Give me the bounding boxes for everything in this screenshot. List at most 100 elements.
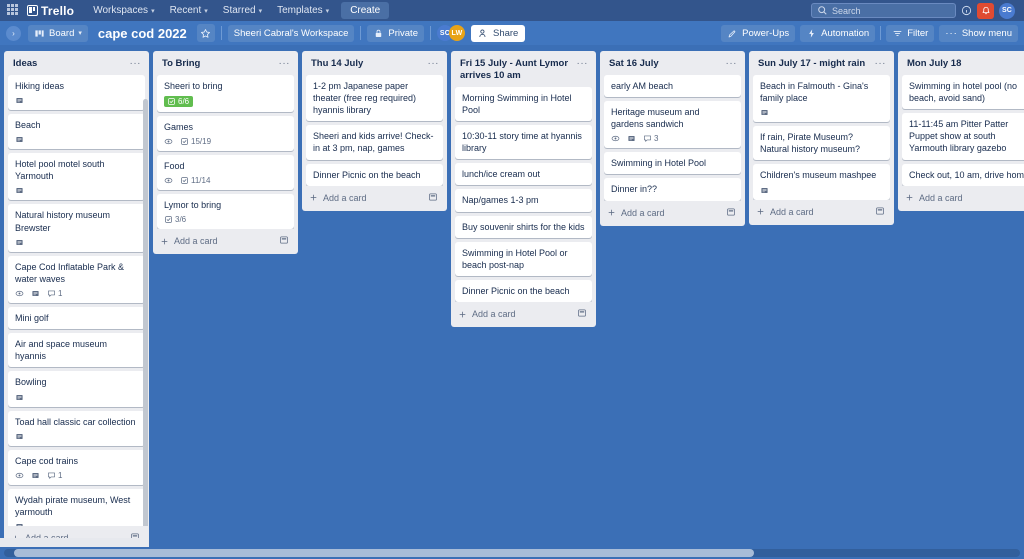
visibility-button[interactable]: Private bbox=[367, 24, 424, 42]
board-card[interactable]: Wydah pirate museum, West yarmouth bbox=[8, 488, 145, 526]
add-card-button[interactable]: Add a card bbox=[451, 302, 596, 327]
power-ups-button[interactable]: Power-Ups bbox=[721, 24, 796, 42]
list-title[interactable]: Sun July 17 - might rain bbox=[758, 58, 865, 70]
apps-grid-icon[interactable] bbox=[7, 4, 20, 17]
board-card[interactable]: Air and space museum hyannis bbox=[8, 333, 145, 368]
board-card[interactable]: Hiking ideas bbox=[8, 74, 145, 111]
board-card[interactable]: early AM beach bbox=[604, 74, 741, 98]
board-card[interactable]: Beach bbox=[8, 114, 145, 150]
watch-eye-icon bbox=[15, 471, 24, 480]
notification-bell-icon[interactable] bbox=[977, 2, 994, 19]
list-title[interactable]: Ideas bbox=[13, 58, 37, 70]
board-card[interactable]: Children's museum mashpee bbox=[753, 164, 890, 200]
rocket-icon bbox=[728, 29, 736, 37]
board-card[interactable]: Cape Cod Inflatable Park & water waves 1 bbox=[8, 255, 145, 303]
list-menu-icon[interactable]: ··· bbox=[279, 58, 291, 69]
board-horizontal-scrollbar[interactable] bbox=[0, 547, 1024, 559]
board-card[interactable]: Sheeri and kids arrive! Check-in at 3 pm… bbox=[306, 125, 443, 160]
nav-starred[interactable]: Starred ▾ bbox=[217, 2, 268, 19]
board-card[interactable]: Dinner Picnic on the beach bbox=[455, 280, 592, 303]
list-title[interactable]: Sat 16 July bbox=[609, 58, 659, 70]
board-card[interactable]: Nap/games 1-3 pm bbox=[455, 189, 592, 212]
board-card[interactable]: 1-2 pm Japanese paper theater (free reg … bbox=[306, 74, 443, 122]
search-input[interactable]: Search bbox=[811, 3, 956, 18]
show-menu-button[interactable]: ··· Show menu bbox=[939, 24, 1018, 42]
nav-recent[interactable]: Recent ▾ bbox=[164, 2, 214, 19]
list-menu-icon[interactable]: ··· bbox=[577, 58, 589, 69]
board-card[interactable]: Morning Swimming in Hotel Pool bbox=[455, 86, 592, 122]
list-title[interactable]: Fri 15 July - Aunt Lymor arrives 10 am bbox=[460, 58, 573, 82]
list-menu-icon[interactable]: ··· bbox=[130, 58, 142, 69]
description-icon bbox=[15, 432, 24, 441]
board-card[interactable]: Dinner Picnic on the beach bbox=[306, 163, 443, 186]
card-template-icon[interactable] bbox=[428, 192, 438, 204]
board-card[interactable]: Buy souvenir shirts for the kids bbox=[455, 215, 592, 238]
add-card-button[interactable]: Add a card bbox=[600, 201, 745, 226]
board-view-switcher[interactable]: Board ▾ bbox=[28, 24, 88, 42]
board-card[interactable]: Bowling bbox=[8, 371, 145, 407]
board-card[interactable]: Swimming in Hotel Pool bbox=[604, 152, 741, 175]
filter-icon bbox=[893, 30, 902, 36]
scrollbar-track[interactable] bbox=[4, 549, 1020, 557]
list-title[interactable]: To Bring bbox=[162, 58, 200, 70]
add-card-button[interactable]: Add a card bbox=[302, 186, 447, 211]
add-card-button[interactable]: Add a card bbox=[749, 200, 894, 225]
card-template-icon[interactable] bbox=[875, 206, 885, 218]
list-header: To Bring ··· bbox=[153, 51, 298, 75]
card-title: Buy souvenir shirts for the kids bbox=[462, 221, 585, 232]
board-card[interactable]: Mini golf bbox=[8, 307, 145, 330]
card-template-icon[interactable] bbox=[577, 308, 587, 320]
card-template-icon[interactable] bbox=[279, 235, 289, 247]
trello-logo[interactable]: Trello bbox=[27, 4, 74, 18]
card-title: 11-11:45 am Pitter Patter Puppet show at… bbox=[909, 119, 1009, 154]
add-card-button[interactable]: Add a card bbox=[153, 229, 298, 254]
list-title[interactable]: Mon July 18 bbox=[907, 58, 961, 70]
list-menu-icon[interactable]: ··· bbox=[428, 58, 440, 69]
board-card[interactable]: Food 11/14 bbox=[157, 155, 294, 191]
comment-badge: 1 bbox=[47, 289, 62, 298]
card-title: Cape cod trains bbox=[15, 455, 79, 466]
info-icon[interactable] bbox=[961, 5, 972, 16]
list-menu-icon[interactable]: ··· bbox=[726, 58, 738, 69]
card-title: Check out, 10 am, drive home. bbox=[909, 169, 1024, 180]
list-menu-icon[interactable]: ··· bbox=[875, 58, 887, 69]
nav-workspaces[interactable]: Workspaces ▾ bbox=[87, 2, 160, 19]
board-card[interactable]: Cape cod trains 1 bbox=[8, 449, 145, 485]
board-card[interactable]: 11-11:45 am Pitter Patter Puppet show at… bbox=[902, 113, 1024, 160]
board-card[interactable]: Games 15/19 bbox=[157, 116, 294, 152]
member-avatar[interactable]: LW bbox=[448, 25, 465, 41]
user-avatar[interactable]: SC bbox=[999, 2, 1015, 19]
bolt-icon bbox=[809, 28, 815, 38]
card-title: Beach bbox=[15, 120, 41, 131]
scrollbar-thumb[interactable] bbox=[14, 549, 754, 557]
board-card[interactable]: Sheeri to bring 6/6 bbox=[157, 74, 294, 113]
add-card-button[interactable]: Add a card bbox=[898, 186, 1024, 211]
board-card[interactable]: Lymor to bring 3/6 bbox=[157, 194, 294, 230]
card-title: Wydah pirate museum, West yarmouth bbox=[15, 494, 131, 517]
board-card[interactable]: Check out, 10 am, drive home. bbox=[902, 163, 1024, 186]
automation-button[interactable]: Automation bbox=[800, 24, 876, 42]
share-button[interactable]: Share bbox=[470, 24, 526, 42]
board-card[interactable]: lunch/ice cream out bbox=[455, 163, 592, 186]
sidebar-toggle-button[interactable]: › bbox=[6, 25, 21, 41]
board-card[interactable]: 10:30-11 story time at hyannis library bbox=[455, 125, 592, 160]
board-card[interactable]: If rain, Pirate Museum? Natural history … bbox=[753, 126, 890, 161]
board-card[interactable]: Heritage museum and gardens sandwich 3 bbox=[604, 101, 741, 149]
filter-button[interactable]: Filter bbox=[886, 24, 935, 42]
board-card[interactable]: Dinner in?? bbox=[604, 178, 741, 201]
create-button[interactable]: Create bbox=[341, 2, 390, 19]
board-card[interactable]: Hotel pool motel south Yarmouth bbox=[8, 153, 145, 201]
star-icon[interactable] bbox=[196, 24, 215, 42]
workspace-button[interactable]: Sheeri Cabral's Workspace bbox=[227, 24, 355, 42]
board-card[interactable]: Swimming in hotel pool (no beach, avoid … bbox=[902, 74, 1024, 110]
trello-wordmark: Trello bbox=[41, 3, 75, 18]
board-card[interactable]: Natural history museum Brewster bbox=[8, 204, 145, 252]
board-card[interactable]: Beach in Falmouth - Gina's family place bbox=[753, 74, 890, 123]
list-title[interactable]: Thu 14 July bbox=[311, 58, 363, 70]
nav-templates[interactable]: Templates ▾ bbox=[271, 2, 335, 19]
board-card[interactable]: Toad hall classic car collection bbox=[8, 410, 145, 446]
list-scrollbar-thumb[interactable] bbox=[143, 98, 148, 526]
card-template-icon[interactable] bbox=[726, 207, 736, 219]
share-label: Share bbox=[492, 27, 519, 39]
board-card[interactable]: Swimming in Hotel Pool or beach post-nap bbox=[455, 241, 592, 277]
